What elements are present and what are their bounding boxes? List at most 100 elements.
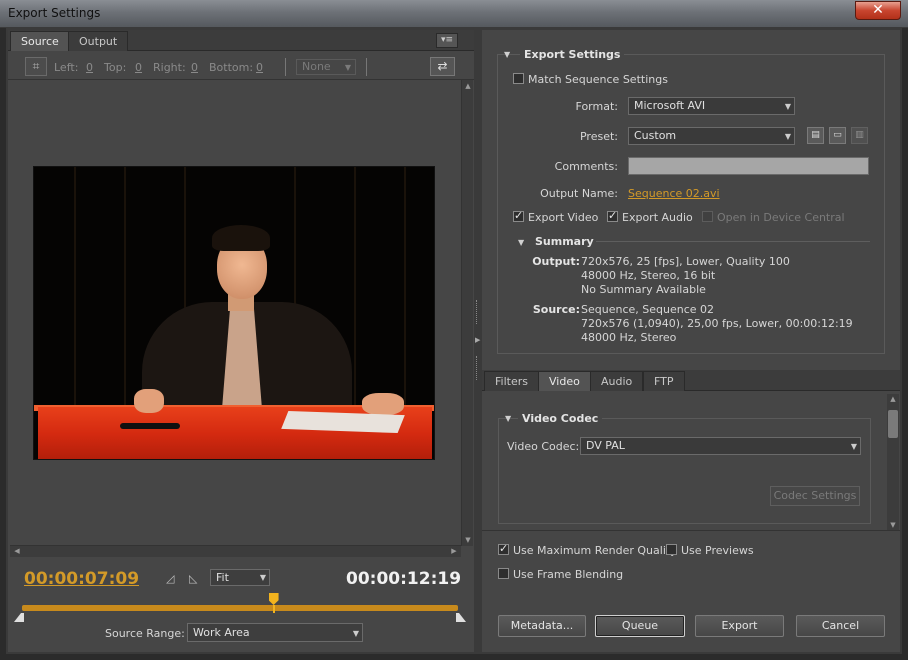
video-codec-label: Video Codec: <box>507 440 580 453</box>
use-previews-checkbox[interactable] <box>666 544 677 555</box>
preview-vertical-scrollbar[interactable]: ▲ ▼ <box>461 80 473 546</box>
use-previews-label: Use Previews <box>681 544 754 557</box>
chevron-down-icon: ▼ <box>344 63 351 72</box>
out-point-marker[interactable] <box>456 612 466 622</box>
device-central-checkbox[interactable] <box>702 211 713 222</box>
panel-menu-icon[interactable]: ▾≡ <box>436 33 458 48</box>
max-render-quality-label: Use Maximum Render Quality <box>513 544 677 557</box>
max-render-quality-checkbox[interactable] <box>498 542 509 555</box>
crop-bottom-value[interactable]: 0 <box>256 61 263 74</box>
tab-source[interactable]: Source <box>10 31 70 51</box>
summary-output-line: 720x576, 25 [fps], Lower, Quality 100 <box>581 255 790 268</box>
chevron-down-icon: ▼ <box>259 573 266 582</box>
tab-video[interactable]: Video <box>538 371 591 391</box>
summary-source-line: 720x576 (1,0940), 25,00 fps, Lower, 00:0… <box>581 317 853 330</box>
summary-output-key: Output: <box>532 255 580 268</box>
preset-label: Preset: <box>579 130 618 143</box>
tab-output[interactable]: Output <box>68 31 129 51</box>
metadata-button[interactable]: Metadata... <box>498 615 586 637</box>
timeline-track[interactable] <box>22 605 458 611</box>
scrollbar-thumb[interactable] <box>888 410 898 438</box>
close-button[interactable]: ✕ <box>855 1 901 20</box>
collapse-triangle-icon[interactable]: ▼ <box>505 414 511 423</box>
save-icon[interactable]: ▤ <box>807 127 824 144</box>
crop-left-value[interactable]: 0 <box>86 61 93 74</box>
collapse-arrow-icon[interactable]: ▶ <box>475 336 480 344</box>
set-out-point-icon[interactable]: ◺ <box>189 573 201 585</box>
cancel-button[interactable]: Cancel <box>796 615 885 637</box>
divider-grip[interactable] <box>476 356 479 380</box>
comments-input[interactable] <box>628 157 869 175</box>
tab-ftp[interactable]: FTP <box>643 371 685 391</box>
summary-source-key: Source: <box>532 303 580 316</box>
crop-aspect-select[interactable]: None ▼ <box>296 59 356 75</box>
scroll-right-icon[interactable]: ▶ <box>448 547 460 555</box>
source-range-select[interactable]: Work Area ▼ <box>187 623 363 642</box>
collapse-triangle-icon[interactable]: ▼ <box>518 238 524 247</box>
source-range-label: Source Range: <box>105 627 185 640</box>
close-icon: ✕ <box>872 2 884 18</box>
summary-output-line: No Summary Available <box>581 283 706 296</box>
output-name-link[interactable]: Sequence 02.avi <box>628 187 720 200</box>
summary-output-line: 48000 Hz, Stereo, 16 bit <box>581 269 716 282</box>
toolbar-divider <box>366 58 367 76</box>
duration-timecode: 00:00:12:19 <box>346 569 462 589</box>
video-codec-header: Video Codec <box>518 412 603 425</box>
set-in-point-icon[interactable]: ◿ <box>166 573 178 585</box>
match-sequence-label: Match Sequence Settings <box>528 73 668 86</box>
summary-source-line: 48000 Hz, Stereo <box>581 331 677 344</box>
crop-icon[interactable]: ⌗ <box>25 57 47 76</box>
crop-top-value[interactable]: 0 <box>135 61 142 74</box>
preset-value: Custom <box>634 129 677 142</box>
export-button[interactable]: Export <box>695 615 784 637</box>
chevron-down-icon: ▼ <box>352 629 359 638</box>
scroll-up-icon[interactable]: ▲ <box>462 82 474 90</box>
trash-icon[interactable]: ▥ <box>851 127 868 144</box>
tab-video-label: Video <box>549 375 580 388</box>
video-codec-select[interactable]: DV PAL ▼ <box>580 437 861 455</box>
folder-icon[interactable]: ▭ <box>829 127 846 144</box>
export-video-checkbox[interactable] <box>513 209 524 222</box>
current-timecode[interactable]: 00:00:07:09 <box>24 569 139 589</box>
export-audio-checkbox[interactable] <box>607 209 618 222</box>
in-point-marker[interactable] <box>14 612 24 622</box>
source-range-value: Work Area <box>193 626 250 639</box>
frame-blending-checkbox[interactable] <box>498 568 509 579</box>
section-divider <box>482 530 900 531</box>
window-title-bar[interactable]: Export Settings ✕ <box>0 0 908 28</box>
preview-horizontal-scrollbar[interactable]: ◀ ▶ <box>10 545 461 557</box>
device-central-label: Open in Device Central <box>717 211 845 224</box>
collapse-triangle-icon[interactable]: ▼ <box>504 50 510 59</box>
swap-icon[interactable]: ⇄ <box>430 57 455 76</box>
scroll-up-icon[interactable]: ▲ <box>887 395 899 403</box>
zoom-value: Fit <box>216 571 229 584</box>
format-label: Format: <box>575 100 618 113</box>
zoom-select[interactable]: Fit ▼ <box>210 569 270 586</box>
format-select[interactable]: Microsoft AVI ▼ <box>628 97 795 115</box>
scroll-down-icon[interactable]: ▼ <box>887 521 899 529</box>
match-sequence-checkbox[interactable] <box>513 73 524 84</box>
divider-grip[interactable] <box>476 300 479 324</box>
summary-output-text: 720x576, 25 [fps], Lower, Quality 100 48… <box>581 255 790 297</box>
queue-button[interactable]: Queue <box>595 615 685 637</box>
comments-label: Comments: <box>554 160 618 173</box>
crop-aspect-value: None <box>302 60 331 73</box>
output-name-label: Output Name: <box>540 187 618 200</box>
preset-select[interactable]: Custom ▼ <box>628 127 795 145</box>
tab-output-label: Output <box>79 35 118 48</box>
crop-left-label: Left: <box>54 61 79 74</box>
summary-divider <box>596 241 870 242</box>
chevron-down-icon: ▼ <box>784 102 791 111</box>
export-audio-label: Export Audio <box>622 211 693 224</box>
codec-settings-button[interactable]: Codec Settings <box>770 486 860 506</box>
tab-filters[interactable]: Filters <box>484 371 539 391</box>
summary-source-line: Sequence, Sequence 02 <box>581 303 715 316</box>
scroll-down-icon[interactable]: ▼ <box>462 536 474 544</box>
scroll-left-icon[interactable]: ◀ <box>11 547 23 555</box>
chevron-down-icon: ▼ <box>784 132 791 141</box>
window-title: Export Settings <box>8 6 101 20</box>
video-codec-value: DV PAL <box>586 439 625 452</box>
tab-audio[interactable]: Audio <box>590 371 644 391</box>
crop-bottom-label: Bottom: <box>209 61 254 74</box>
crop-right-value[interactable]: 0 <box>191 61 198 74</box>
